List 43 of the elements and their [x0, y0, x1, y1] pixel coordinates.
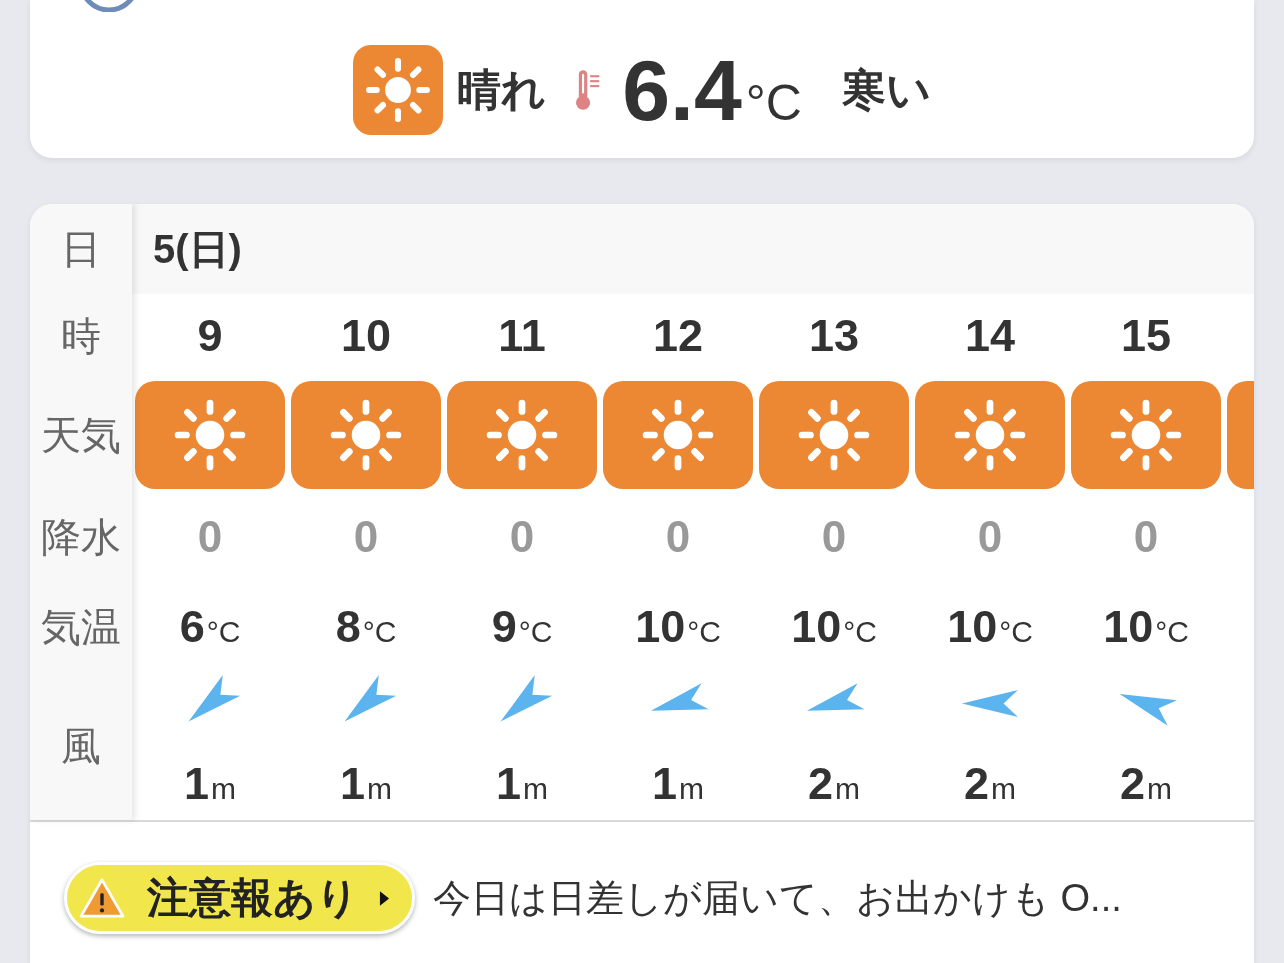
row-label: 天気	[41, 411, 121, 459]
temperature-value: 10°C	[791, 601, 877, 653]
row-label: 降水	[41, 513, 121, 561]
row-label: 風	[61, 722, 101, 770]
hour-label: 10	[340, 310, 392, 362]
thermometer-icon	[576, 68, 601, 112]
wind-speed-value: 2m	[1120, 758, 1172, 811]
hour-label: 11	[498, 310, 546, 362]
row-label: 気温	[41, 603, 121, 651]
temperature-value: 10°C	[635, 601, 721, 653]
precipitation-value: 0	[1133, 512, 1159, 562]
advisory-button[interactable]: 注意報あり	[64, 862, 415, 934]
feels-like-text: 寒い	[841, 63, 931, 116]
row-label: 時	[61, 312, 101, 360]
wind-speed-value: 1m	[184, 758, 236, 811]
current-temperature: 6.4°C	[622, 47, 802, 133]
wind-speed-value: 2m	[808, 758, 860, 811]
caret-icon	[379, 889, 390, 907]
temperature-value: 10°C	[1103, 601, 1189, 653]
wind-speed-value: 1m	[340, 758, 392, 811]
precipitation-value: 0	[353, 512, 379, 562]
advisory-message: 今日は日差しが届いて、お出かけも O...	[433, 875, 1122, 921]
precipitation-value: 0	[665, 512, 691, 562]
temperature-value: 6°C	[179, 601, 241, 653]
wind-speed-value: 1m	[652, 758, 704, 811]
wind-speed-value: 1m	[496, 758, 548, 811]
warning-icon	[79, 878, 125, 918]
temperature-value: 10°C	[947, 601, 1033, 653]
hour-label: 13	[808, 310, 860, 362]
hour-label: 15	[1120, 310, 1172, 362]
hour-label: 9	[197, 310, 223, 362]
weather-condition: 晴れ	[457, 63, 547, 116]
row-label: 日	[61, 225, 101, 273]
precipitation-value: 0	[509, 512, 535, 562]
wind-speed-value: 2m	[964, 758, 1016, 811]
precipitation-value: 0	[197, 512, 223, 562]
hour-label: 14	[964, 310, 1016, 362]
precipitation-value: 0	[977, 512, 1003, 562]
precipitation-value: 0	[821, 512, 847, 562]
temperature-value: 9°C	[491, 601, 553, 653]
temperature-value: 8°C	[335, 601, 397, 653]
date-label: 5(日)	[153, 225, 242, 273]
hour-label: 12	[652, 310, 704, 362]
